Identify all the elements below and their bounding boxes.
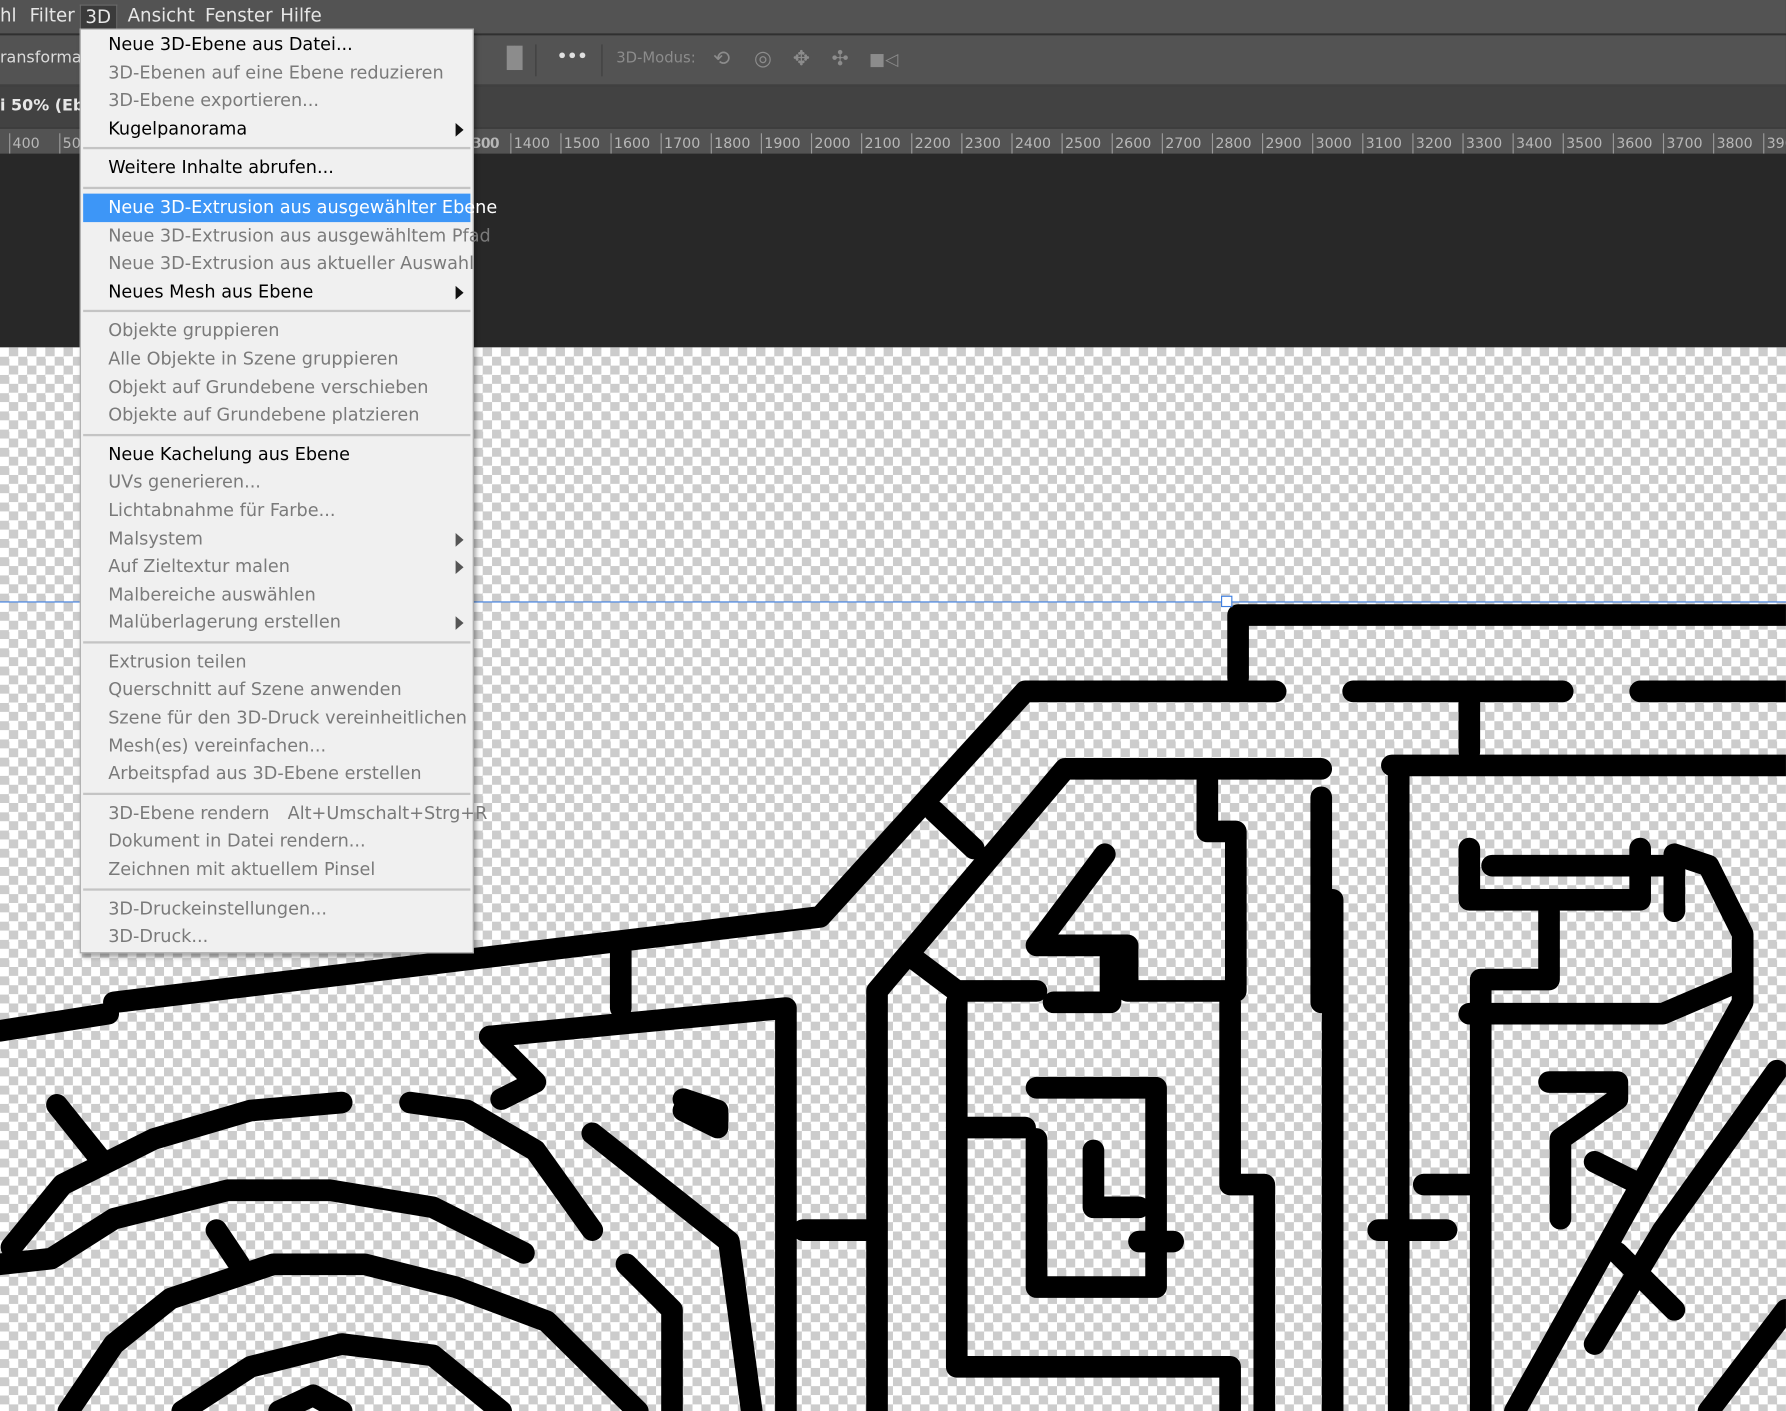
menu-item-label: Weitere Inhalte abrufen... xyxy=(108,157,334,179)
menu-item[interactable]: Auf Zieltextur malen xyxy=(81,553,473,581)
menu-item-label: Objekte auf Grundebene platzieren xyxy=(108,404,420,425)
menu-item[interactable]: Alle Objekte in Szene gruppieren xyxy=(81,345,473,373)
menu-item-label: Auf Zieltextur malen xyxy=(108,555,290,577)
menu-item[interactable]: Objekte gruppieren xyxy=(81,317,473,345)
menu-item-shortcut: Alt+Umschalt+Strg+R xyxy=(287,802,488,824)
menu-item-label: 3D-Ebene exportieren... xyxy=(108,90,320,111)
menu-item-label: Malbereiche auswählen xyxy=(108,583,316,605)
menu-item[interactable]: 3D-Ebenen auf eine Ebene reduzieren xyxy=(81,59,473,87)
menu-item[interactable]: Kugelpanorama xyxy=(81,115,473,143)
menu-item-label: Neue 3D-Extrusion aus ausgewähltem Pfad xyxy=(108,225,491,246)
3d-menu-dropdown: Neue 3D-Ebene aus Datei... 3D-Ebenen auf … xyxy=(79,28,497,954)
menu-item[interactable]: Neue 3D-Ebene aus Datei... xyxy=(81,31,473,59)
submenu-arrow-icon xyxy=(455,616,464,631)
menu-item-label: Arbeitspfad aus 3D-Ebene erstellen xyxy=(108,763,422,784)
submenu-arrow-icon xyxy=(455,285,464,300)
menu-item[interactable]: Malbereiche auswählen xyxy=(81,581,473,609)
menu-item[interactable]: Objekt auf Grundebene verschieben xyxy=(81,373,473,401)
menu-item[interactable]: Arbeitspfad aus 3D-Ebene erstellen xyxy=(81,760,473,788)
transform-handle[interactable] xyxy=(1221,595,1233,608)
menu-item-label: Malüberlagerung erstellen xyxy=(108,611,341,633)
menu-item-label: Malsystem xyxy=(108,527,203,549)
menu-separator xyxy=(83,310,471,313)
menu-item-label: Querschnitt auf Szene anwenden xyxy=(108,679,402,700)
menu-item[interactable]: 3D-Ebene rendern Alt+Umschalt+Strg+R xyxy=(81,799,487,827)
menu-item-label: 3D-Druckeinstellungen... xyxy=(108,898,327,919)
menu-item-label: Zeichnen mit aktuellem Pinsel xyxy=(108,858,376,880)
menu-item-label: Objekt auf Grundebene verschieben xyxy=(108,376,429,397)
menu-item-label: Lichtabnahme für Farbe... xyxy=(108,499,336,521)
menu-item[interactable]: Objekte auf Grundebene platzieren xyxy=(81,401,473,429)
menu-item-label: Mesh(es) vereinfachen... xyxy=(108,735,327,756)
menu-separator xyxy=(83,186,471,190)
menu-item[interactable]: Extrusion teilen xyxy=(81,648,473,676)
menu-item-label: Neue 3D-Ebene aus Datei... xyxy=(108,34,353,55)
menu-separator xyxy=(83,641,471,644)
menu-separator xyxy=(83,433,471,436)
menu-item-label: Neues Mesh aus Ebene xyxy=(108,281,314,302)
menu-item[interactable]: Neue 3D-Extrusion aus ausgewähltem Pfad xyxy=(81,222,491,250)
menu-item-label: Neue Kachelung aus Ebene xyxy=(108,443,350,465)
menu-item[interactable]: 3D-Ebene exportieren... xyxy=(81,87,473,115)
menu-item-label: Szene für den 3D-Druck vereinheitlichen xyxy=(108,707,467,728)
submenu-arrow-icon xyxy=(455,560,464,575)
photoshop-window: hl Filter 3D Ansicht Fenster Hilfe ransformat… xyxy=(0,0,1786,1411)
submenu-arrow-icon xyxy=(455,122,464,137)
menu-item[interactable]: UVs generieren... xyxy=(81,468,473,496)
menu-item-label: 3D-Ebene rendern xyxy=(108,802,270,824)
menu-separator xyxy=(83,792,471,795)
menu-item-label: UVs generieren... xyxy=(108,471,261,493)
menu-item[interactable]: Querschnitt auf Szene anwenden xyxy=(81,676,473,704)
menu-item[interactable]: Dokument in Datei rendern... xyxy=(81,827,473,855)
menu-item-label: Extrusion teilen xyxy=(108,651,247,672)
menu-item-label: Neue 3D-Extrusion aus ausgewählter Ebene xyxy=(108,197,498,218)
menu-separator xyxy=(83,147,471,150)
menu-item[interactable]: Szene für den 3D-Druck vereinheitlichen xyxy=(81,704,473,732)
menu-item[interactable]: Neues Mesh aus Ebene xyxy=(81,278,473,306)
menu-item-label: Objekte gruppieren xyxy=(108,320,280,341)
menu-item[interactable]: Zeichnen mit aktuellem Pinsel xyxy=(81,855,473,883)
menu-item-label: Neue 3D-Extrusion aus aktueller Auswahl xyxy=(108,253,475,274)
menu-item[interactable]: 3D-Druckeinstellungen... xyxy=(81,895,473,923)
menu-item-label: Alle Objekte in Szene gruppieren xyxy=(108,348,399,369)
menu-item[interactable]: 3D-Druck... xyxy=(81,923,473,951)
menu-item-label: 3D-Druck... xyxy=(108,926,209,947)
menu-item[interactable]: Neue 3D-Extrusion aus ausgewählter Ebene xyxy=(83,193,497,222)
submenu-arrow-icon xyxy=(455,532,464,547)
menu-item[interactable]: Lichtabnahme für Farbe... xyxy=(81,496,473,524)
menu-item[interactable]: Weitere Inhalte abrufen... xyxy=(81,154,473,182)
menu-item[interactable]: Neue Kachelung aus Ebene xyxy=(81,440,473,468)
menu-item-label: Dokument in Datei rendern... xyxy=(108,830,366,852)
menu-item-label: 3D-Ebenen auf eine Ebene reduzieren xyxy=(108,62,444,83)
menu-item-label: Kugelpanorama xyxy=(108,118,248,139)
menu-item[interactable]: Neue 3D-Extrusion aus aktueller Auswahl xyxy=(81,250,475,278)
menu-separator xyxy=(83,887,471,891)
menu-item[interactable]: Malsystem xyxy=(81,525,473,553)
menu-item[interactable]: Malüberlagerung erstellen xyxy=(81,609,473,637)
menu-item[interactable]: Mesh(es) vereinfachen... xyxy=(81,732,473,760)
